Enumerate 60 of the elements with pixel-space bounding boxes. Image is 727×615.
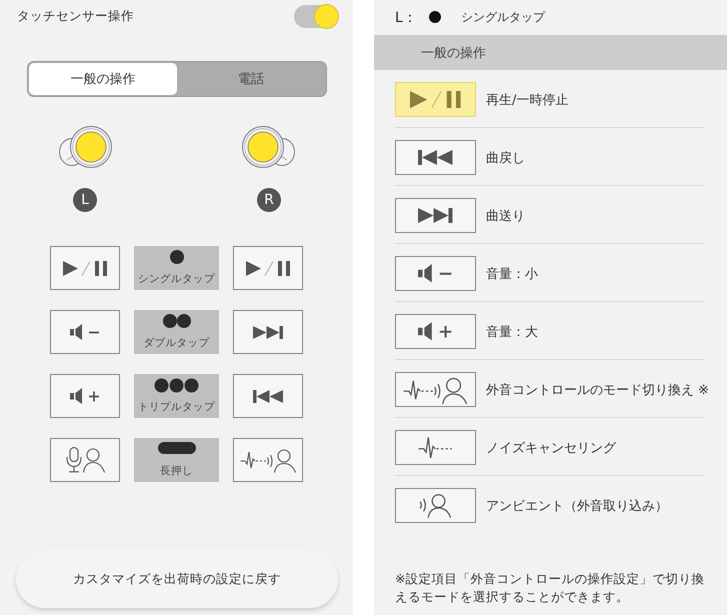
- action-label: アンビエント（外音取り込み）: [486, 498, 668, 514]
- three-dots-icon: [154, 378, 199, 393]
- volume-down-icon: [70, 324, 100, 340]
- tab[interactable]: 電話: [177, 63, 325, 95]
- side-label: L：: [395, 8, 417, 26]
- microphone-person-icon: [65, 447, 105, 473]
- action-option[interactable]: [395, 140, 476, 175]
- two-dots-icon: [162, 314, 190, 328]
- action-button[interactable]: [233, 246, 303, 290]
- dot-icon: [170, 250, 184, 264]
- action-label: 外音コントロールのモード切り換え ※: [486, 382, 710, 398]
- earbud-drawing: [58, 125, 112, 169]
- touch-sensor-title: タッチセンサー操作: [17, 8, 134, 25]
- previous-track-icon: [253, 390, 283, 402]
- action-button[interactable]: [50, 438, 120, 482]
- action-button[interactable]: [50, 310, 120, 354]
- play-pause-icon: [63, 260, 107, 276]
- touch-sensor-toggle[interactable]: [294, 5, 338, 28]
- volume-up-icon: [70, 388, 100, 404]
- action-label: 再生/一時停止: [486, 92, 568, 108]
- tab[interactable]: 一般の操作: [29, 63, 177, 95]
- gesture-label: ダブルタップ: [144, 337, 210, 350]
- action-label: 曲送り: [486, 208, 525, 224]
- action-option[interactable]: [395, 372, 476, 407]
- side-badge: R: [257, 188, 281, 212]
- next-track-icon: [418, 208, 453, 223]
- action-button[interactable]: [50, 374, 120, 418]
- next-track-icon: [253, 326, 283, 338]
- rounded-bar-icon: [158, 442, 196, 454]
- previous-track-icon: [418, 150, 453, 165]
- action-label: ノイズキャンセリング: [486, 440, 616, 456]
- action-button[interactable]: [233, 438, 303, 482]
- volume-down-icon: [418, 264, 453, 283]
- action-button[interactable]: [50, 246, 120, 290]
- gesture-label: シングルタップ: [138, 273, 215, 286]
- action-option[interactable]: [395, 314, 476, 349]
- waveform-icon: [418, 434, 453, 460]
- gesture-label: トリプルタップ: [138, 401, 215, 414]
- action-button[interactable]: [233, 310, 303, 354]
- play-pause-icon: [246, 260, 290, 276]
- action-label: 曲戻し: [486, 150, 525, 166]
- volume-up-icon: [418, 322, 453, 341]
- side-badge: L: [73, 188, 97, 212]
- action-option[interactable]: [395, 198, 476, 233]
- dot-icon: [428, 11, 441, 24]
- reset-button[interactable]: カスタマイズを出荷時の設定に戻す: [16, 551, 338, 608]
- action-label: 音量：大: [486, 324, 538, 340]
- section-header: 一般の操作: [374, 35, 727, 70]
- earbud-drawing: [242, 125, 296, 169]
- action-option[interactable]: [395, 488, 476, 523]
- gesture-label: 長押し: [160, 465, 193, 478]
- play-pause-icon: [410, 90, 461, 108]
- action-option[interactable]: [395, 256, 476, 291]
- action-button[interactable]: [233, 374, 303, 418]
- sound-person-icon: [419, 492, 452, 518]
- gesture-name: シングルタップ: [460, 9, 545, 26]
- waveform-sound-person-icon: [240, 447, 296, 473]
- action-label: 音量：小: [486, 266, 538, 282]
- footnote-text: ※設定項目「外音コントロールの操作設定」で切り換えるモードを選択することができます。: [395, 570, 705, 606]
- action-option[interactable]: [395, 430, 476, 465]
